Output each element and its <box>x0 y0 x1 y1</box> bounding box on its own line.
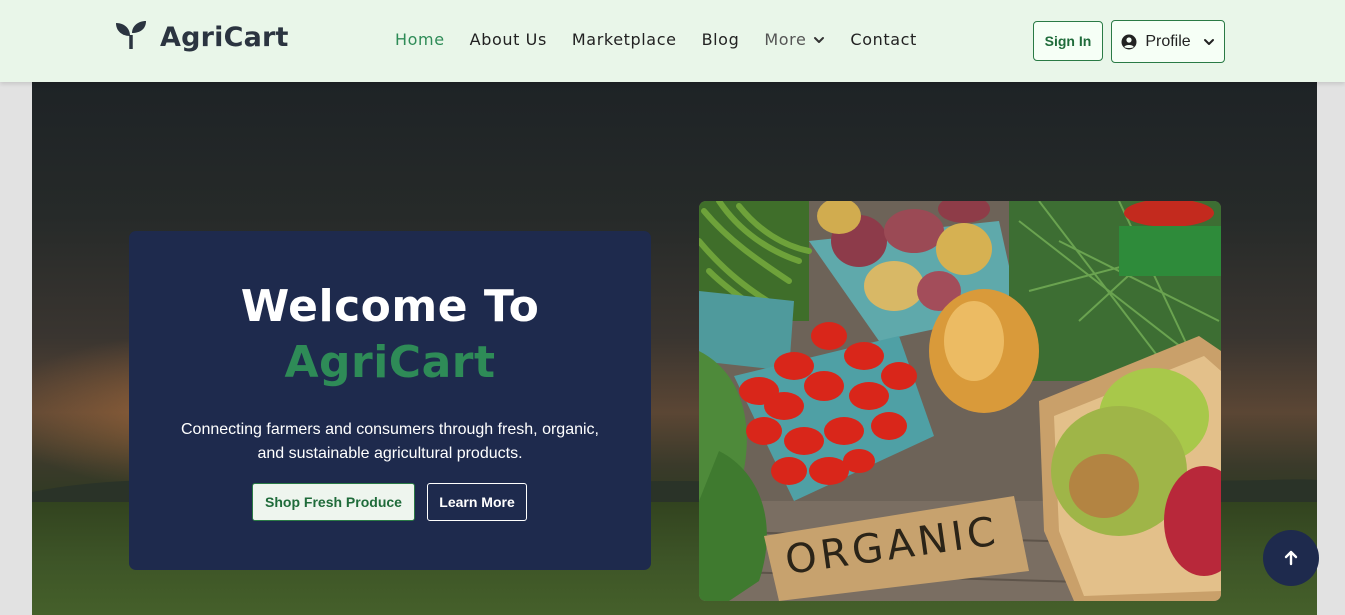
hero-tagline: Connecting farmers and consumers through… <box>181 421 599 462</box>
brand-name: AgriCart <box>160 22 289 53</box>
nav-home[interactable]: Home <box>395 30 445 49</box>
nav-more-dropdown[interactable]: More <box>764 30 825 49</box>
arrow-up-icon <box>1284 550 1298 566</box>
hero-section: Welcome To AgriCart Connecting farmers a… <box>32 82 1317 615</box>
nav-blog[interactable]: Blog <box>702 30 740 49</box>
scroll-to-top-button[interactable] <box>1263 530 1319 586</box>
nav-about-us[interactable]: About Us <box>470 30 547 49</box>
hero-brand-title: AgriCart <box>284 337 496 388</box>
profile-label: Profile <box>1145 32 1191 50</box>
profile-dropdown-button[interactable]: Profile <box>1111 20 1225 63</box>
hero-heading: Welcome To <box>240 281 540 332</box>
chevron-down-icon <box>1203 38 1214 45</box>
chevron-down-icon <box>814 36 825 43</box>
sign-in-button[interactable]: Sign In <box>1033 21 1103 61</box>
nav-more-label: More <box>764 30 807 49</box>
shop-fresh-produce-button[interactable]: Shop Fresh Produce <box>252 483 415 521</box>
brand-logo[interactable]: AgriCart <box>115 20 289 55</box>
hero-produce-image: ORGANIC <box>699 201 1221 601</box>
nav-marketplace[interactable]: Marketplace <box>572 30 677 49</box>
nav-contact[interactable]: Contact <box>850 30 916 49</box>
learn-more-button[interactable]: Learn More <box>427 483 527 521</box>
navbar: AgriCart Home About Us Marketplace Blog … <box>0 0 1345 82</box>
hero-card: Welcome To AgriCart Connecting farmers a… <box>129 231 651 570</box>
sprout-icon <box>115 20 147 55</box>
main-nav: Home About Us Marketplace Blog More Cont… <box>395 30 942 49</box>
user-circle-icon <box>1121 34 1137 49</box>
